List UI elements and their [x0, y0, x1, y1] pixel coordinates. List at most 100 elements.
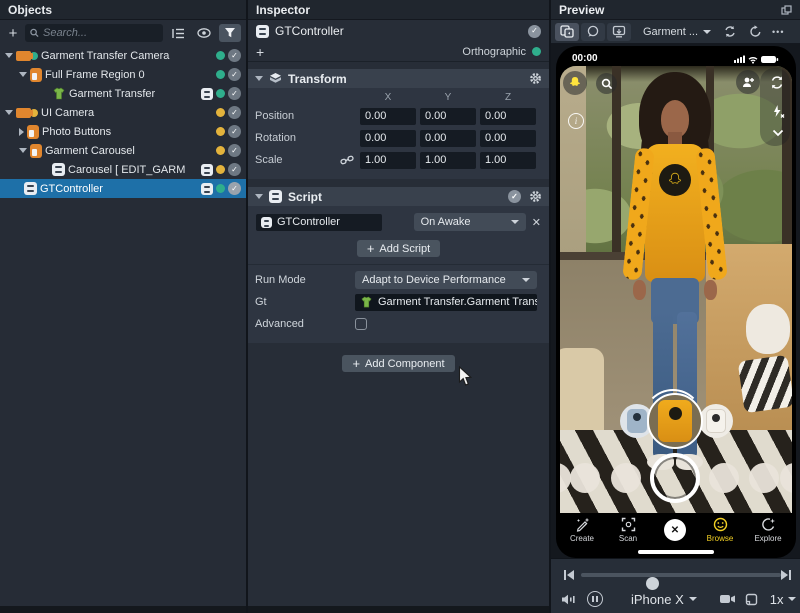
preview-panel-header: Preview — [551, 0, 800, 20]
add-component-plus-button[interactable]: + — [256, 44, 264, 60]
next-frame-button[interactable] — [780, 569, 792, 581]
pillow-chevron — [738, 355, 792, 413]
rotation-x-field[interactable]: 0.00 — [360, 130, 416, 147]
enabled-checkbox[interactable]: ✓ — [228, 182, 241, 195]
axis-z-label: Z — [480, 92, 536, 105]
tab-explore[interactable]: Explore — [746, 517, 790, 543]
enabled-checkbox[interactable]: ✓ — [228, 68, 241, 81]
chevron-down-icon[interactable] — [5, 110, 13, 115]
position-z-field[interactable]: 0.00 — [480, 108, 536, 125]
previous-frame-button[interactable] — [563, 569, 575, 581]
position-y-field[interactable]: 0.00 — [420, 108, 476, 125]
enabled-checkbox[interactable]: ✓ — [228, 87, 241, 100]
add-script-button[interactable]: +Add Script — [357, 240, 440, 257]
transform-section-header[interactable]: Transform — [248, 69, 549, 88]
screen-region-icon — [30, 144, 42, 158]
reload-lens-button[interactable] — [723, 25, 737, 38]
lens-circle[interactable] — [749, 463, 779, 493]
position-x-field[interactable]: 0.00 — [360, 108, 416, 125]
more-options-button[interactable]: ••• — [772, 27, 784, 37]
reset-preview-button[interactable] — [749, 25, 762, 38]
tree-row-photo-buttons[interactable]: Photo Buttons ✓ — [0, 122, 246, 141]
layer-dot — [216, 184, 225, 193]
script-badge-icon — [201, 88, 213, 100]
screenshot-button[interactable] — [745, 593, 758, 606]
enabled-checkbox[interactable]: ✓ — [228, 49, 241, 62]
scale-label: Scale — [255, 154, 340, 166]
lens-circle[interactable] — [570, 463, 600, 493]
tree-row-carousel-script[interactable]: Carousel [ EDIT_GARM ✓ — [0, 160, 246, 179]
chevron-down-icon[interactable] — [255, 76, 263, 81]
gear-icon[interactable] — [529, 72, 542, 85]
lens-circle[interactable] — [709, 463, 739, 493]
search-input[interactable] — [43, 27, 158, 39]
script-event-dropdown[interactable]: On Awake — [414, 213, 526, 231]
flip-camera-button[interactable] — [766, 72, 788, 92]
garment-option-white[interactable] — [699, 404, 733, 438]
script-enabled-checkbox[interactable]: ✓ — [508, 190, 521, 203]
enabled-checkbox[interactable]: ✓ — [228, 106, 241, 119]
visibility-eye-button[interactable] — [193, 24, 215, 42]
flash-off-button[interactable] — [768, 102, 788, 120]
tree-row-garment-carousel[interactable]: Garment Carousel ✓ — [0, 141, 246, 160]
lens-circle[interactable] — [611, 463, 641, 493]
add-friend-button[interactable] — [736, 70, 760, 94]
hierarchy-view-button[interactable] — [167, 24, 189, 42]
rotation-y-field[interactable]: 0.00 — [420, 130, 476, 147]
script-asset-field[interactable]: GTController — [256, 214, 382, 231]
snapchat-ghost-button[interactable] — [563, 71, 587, 95]
remove-script-button[interactable]: ✕ — [532, 216, 541, 229]
lens-selector-dropdown[interactable]: Garment ... — [643, 26, 711, 38]
add-object-button[interactable]: + — [5, 25, 21, 42]
close-lens-button[interactable]: ✕ — [664, 519, 686, 541]
chevron-down-icon[interactable] — [19, 72, 27, 77]
search-button[interactable] — [596, 73, 617, 94]
record-video-button[interactable] — [719, 593, 736, 605]
enabled-checkbox[interactable]: ✓ — [228, 125, 241, 138]
rotation-z-field[interactable]: 0.00 — [480, 130, 536, 147]
chevron-down-icon[interactable] — [255, 194, 263, 199]
link-scale-icon[interactable] — [340, 154, 354, 166]
advanced-checkbox[interactable] — [355, 318, 367, 330]
device-preview-button[interactable] — [555, 23, 579, 41]
tree-row-garment-transfer-camera[interactable]: Garment Transfer Camera ✓ — [0, 46, 246, 65]
tree-row-ui-camera[interactable]: UI Camera ✓ — [0, 103, 246, 122]
tree-row-full-frame-region[interactable]: Full Frame Region 0 ✓ — [0, 65, 246, 84]
enabled-checkbox[interactable]: ✓ — [228, 163, 241, 176]
collapse-hud-button[interactable] — [768, 126, 788, 140]
filter-button[interactable] — [219, 24, 241, 42]
tree-row-garment-transfer[interactable]: Garment Transfer ✓ — [0, 84, 246, 103]
scale-y-field[interactable]: 1.00 — [420, 152, 476, 169]
tab-create[interactable]: Create — [560, 517, 604, 543]
popout-icon[interactable] — [781, 5, 792, 15]
transform-cube-icon — [269, 72, 282, 85]
scale-z-field[interactable]: 1.00 — [480, 152, 536, 169]
tab-browse[interactable]: Browse — [698, 517, 742, 543]
chevron-right-icon[interactable] — [19, 128, 24, 136]
gt-object-field[interactable]: Garment Transfer.Garment Trans — [355, 294, 537, 311]
object-enabled-checkbox[interactable]: ✓ — [528, 25, 541, 38]
tab-scan[interactable]: Scan — [606, 517, 650, 543]
chevron-down-icon[interactable] — [19, 148, 27, 153]
info-button[interactable]: i — [568, 113, 584, 129]
playback-speed-dropdown[interactable]: 1x — [770, 592, 796, 607]
run-mode-label: Run Mode — [255, 274, 355, 286]
webcam-preview-button[interactable] — [607, 23, 631, 41]
add-component-button[interactable]: +Add Component — [342, 355, 454, 372]
script-section-header[interactable]: Script ✓ — [248, 187, 549, 206]
chevron-down-icon[interactable] — [5, 53, 13, 58]
enabled-checkbox[interactable]: ✓ — [228, 144, 241, 157]
scale-x-field[interactable]: 1.00 — [360, 152, 416, 169]
inspector-panel: Inspector GTController ✓ + Orthographic … — [248, 0, 549, 613]
object-search-box[interactable] — [25, 24, 163, 42]
tree-row-gtcontroller[interactable]: GTController ✓ — [0, 179, 246, 198]
scrubber-track[interactable] — [581, 573, 781, 577]
snap-chat-preview-button[interactable] — [581, 23, 605, 41]
run-mode-dropdown[interactable]: Adapt to Device Performance — [355, 271, 537, 289]
audio-volume-button[interactable] — [561, 593, 577, 606]
device-selector-dropdown[interactable]: iPhone X — [631, 592, 697, 607]
garment-icon — [360, 296, 373, 308]
capture-button[interactable] — [650, 453, 700, 503]
gear-icon[interactable] — [529, 190, 542, 203]
pause-button[interactable] — [587, 591, 603, 607]
